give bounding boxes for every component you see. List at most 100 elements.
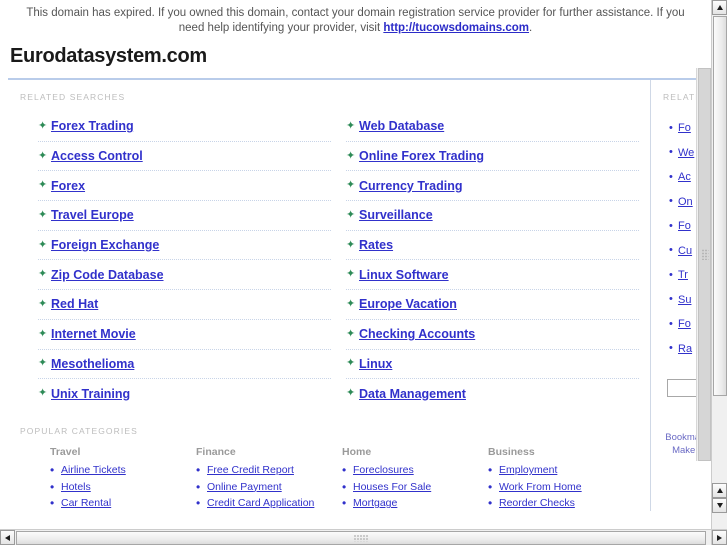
window-scrollbar-thumb[interactable]	[713, 16, 727, 396]
related-search-item[interactable]: ✦ Red Hat	[38, 290, 331, 320]
sidebar-link[interactable]: Su	[678, 294, 691, 306]
related-search-link[interactable]: Internet Movie	[51, 327, 136, 341]
inner-vertical-scrollbar[interactable]	[696, 68, 711, 461]
window-horizontal-scrollbar[interactable]	[0, 529, 711, 545]
category-item[interactable]: • Car Rental	[50, 495, 196, 512]
scroll-up-button-secondary[interactable]	[712, 483, 727, 498]
scroll-up-arrow-icon	[716, 488, 723, 493]
related-search-link[interactable]: Red Hat	[51, 297, 98, 311]
category-item[interactable]: • Houses For Sale	[342, 478, 488, 495]
category-link[interactable]: Employment	[499, 464, 557, 476]
green-arrow-icon: ✦	[346, 179, 356, 192]
scroll-down-button[interactable]	[712, 498, 727, 513]
related-search-item[interactable]: ✦ Access Control	[38, 142, 331, 172]
category-item[interactable]: • Reorder Checks	[488, 495, 634, 512]
related-search-item[interactable]: ✦ Linux Software	[346, 260, 639, 291]
tucows-domains-link[interactable]: http://tucowsdomains.com	[383, 22, 529, 34]
related-search-link[interactable]: Mesothelioma	[51, 357, 134, 371]
related-search-link[interactable]: Online Forex Trading	[359, 149, 484, 163]
category-link[interactable]: Foreclosures	[353, 464, 414, 476]
sidebar-link[interactable]: Ac	[678, 171, 691, 183]
related-search-link[interactable]: Surveillance	[359, 208, 433, 222]
related-search-item[interactable]: ✦ Web Database	[346, 112, 639, 142]
related-search-item[interactable]: ✦ Surveillance	[346, 201, 639, 231]
related-search-link[interactable]: Linux	[359, 357, 392, 371]
category-item[interactable]: • Employment	[488, 462, 634, 479]
sidebar-link[interactable]: Fo	[678, 318, 691, 330]
related-search-link[interactable]: Data Management	[359, 387, 466, 401]
sidebar-link[interactable]: Cu	[678, 245, 692, 257]
content-column: RELATED SEARCHES ✦ Forex Trading ✦ Acces…	[0, 80, 651, 512]
related-search-item[interactable]: ✦ Unix Training	[38, 379, 331, 408]
related-search-link[interactable]: Forex Trading	[51, 119, 134, 133]
category-link[interactable]: Hotels	[61, 481, 91, 493]
related-search-link[interactable]: Travel Europe	[51, 208, 134, 222]
category-item[interactable]: • Mortgage	[342, 495, 488, 512]
green-arrow-icon: ✦	[346, 238, 356, 251]
green-arrow-icon: ✦	[346, 119, 356, 132]
related-search-link[interactable]: Foreign Exchange	[51, 238, 159, 252]
green-arrow-icon: ✦	[346, 268, 356, 281]
category-link[interactable]: Online Payment	[207, 481, 282, 493]
sidebar-link[interactable]: Fo	[678, 122, 691, 134]
sidebar-link[interactable]: Tr	[678, 269, 688, 281]
green-arrow-icon: ✦	[38, 268, 48, 281]
related-search-item[interactable]: ✦ Online Forex Trading	[346, 142, 639, 172]
inner-scrollbar-thumb[interactable]	[698, 68, 711, 461]
domain-header: Eurodatasystem.com	[0, 40, 711, 74]
related-search-link[interactable]: Europe Vacation	[359, 297, 457, 311]
related-search-link[interactable]: Currency Trading	[359, 179, 463, 193]
related-search-item[interactable]: ✦ Linux	[346, 350, 639, 380]
scroll-up-button[interactable]	[712, 0, 727, 15]
category-link[interactable]: Mortgage	[353, 497, 397, 509]
related-search-link[interactable]: Linux Software	[359, 268, 449, 282]
scroll-left-button[interactable]	[0, 530, 15, 545]
category-item[interactable]: • Free Credit Report	[196, 462, 342, 479]
bullet-dot-icon: •	[669, 121, 673, 134]
related-search-item[interactable]: ✦ Mesothelioma	[38, 350, 331, 380]
related-search-link[interactable]: Access Control	[51, 149, 143, 163]
related-search-item[interactable]: ✦ Currency Trading	[346, 171, 639, 202]
related-search-item[interactable]: ✦ Internet Movie	[38, 320, 331, 350]
related-search-item[interactable]: ✦ Europe Vacation	[346, 290, 639, 320]
category-item[interactable]: • Foreclosures	[342, 462, 488, 479]
related-search-item[interactable]: ✦ Travel Europe	[38, 201, 331, 231]
sidebar-link[interactable]: Ra	[678, 343, 692, 355]
related-search-item[interactable]: ✦ Forex Trading	[38, 112, 331, 142]
category-link[interactable]: Car Rental	[61, 497, 111, 509]
related-search-link[interactable]: Web Database	[359, 119, 444, 133]
green-arrow-icon: ✦	[38, 119, 48, 132]
window-vertical-scrollbar[interactable]	[711, 0, 727, 529]
category-link[interactable]: Reorder Checks	[499, 497, 575, 509]
category-link[interactable]: Houses For Sale	[353, 481, 431, 493]
bullet-dot-icon: •	[196, 496, 201, 511]
related-search-link[interactable]: Checking Accounts	[359, 327, 475, 341]
related-search-item[interactable]: ✦ Zip Code Database	[38, 260, 331, 291]
category-item[interactable]: • Credit Card Application	[196, 495, 342, 512]
green-arrow-icon: ✦	[38, 327, 48, 340]
related-search-link[interactable]: Unix Training	[51, 387, 130, 401]
category-item[interactable]: • Work From Home	[488, 478, 634, 495]
sidebar-link[interactable]: We	[678, 147, 694, 159]
related-search-item[interactable]: ✦ Foreign Exchange	[38, 231, 331, 261]
related-search-link[interactable]: Rates	[359, 238, 393, 252]
green-arrow-icon: ✦	[38, 357, 48, 370]
category-item[interactable]: • Airline Tickets	[50, 462, 196, 479]
category-item[interactable]: • Online Payment	[196, 478, 342, 495]
related-search-item[interactable]: ✦ Checking Accounts	[346, 320, 639, 350]
category-link[interactable]: Work From Home	[499, 481, 582, 493]
related-search-item[interactable]: ✦ Rates	[346, 231, 639, 261]
related-search-item[interactable]: ✦ Forex	[38, 171, 331, 202]
scroll-right-button[interactable]	[712, 530, 727, 545]
bullet-dot-icon: •	[669, 342, 673, 355]
sidebar-link[interactable]: On	[678, 196, 693, 208]
category-link[interactable]: Airline Tickets	[61, 464, 126, 476]
category-link[interactable]: Credit Card Application	[207, 497, 314, 509]
sidebar-link[interactable]: Fo	[678, 220, 691, 232]
related-search-link[interactable]: Zip Code Database	[51, 268, 164, 282]
related-search-link[interactable]: Forex	[51, 179, 85, 193]
horizontal-scrollbar-thumb[interactable]	[16, 531, 706, 545]
related-search-item[interactable]: ✦ Data Management	[346, 379, 639, 408]
category-item[interactable]: • Hotels	[50, 478, 196, 495]
category-link[interactable]: Free Credit Report	[207, 464, 294, 476]
